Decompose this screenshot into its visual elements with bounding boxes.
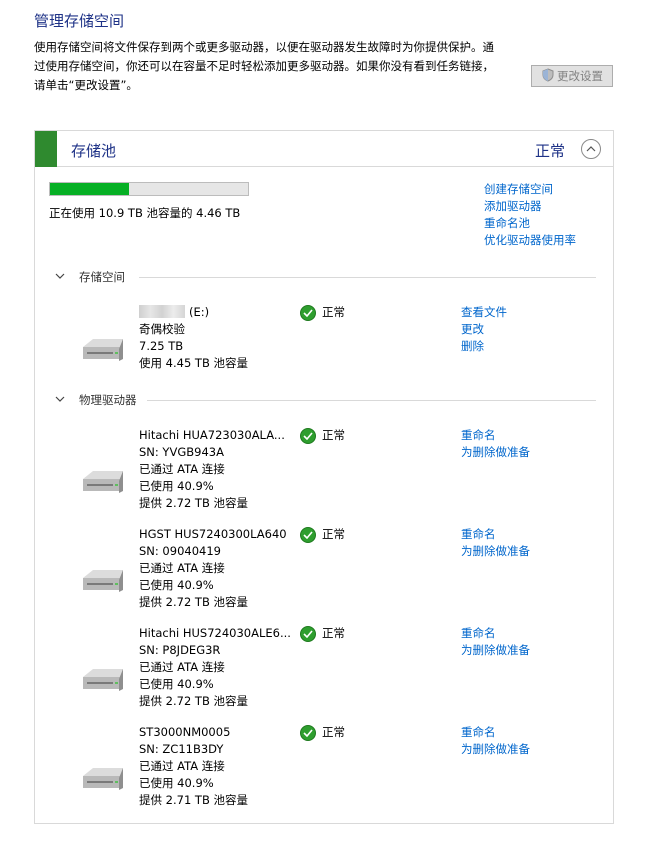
drive-links: 重命名 为删除做准备	[461, 427, 530, 461]
drive-connection: 已通过 ATA 连接	[139, 561, 225, 575]
drive-used: 已使用 40.9%	[139, 479, 214, 493]
drive-provides: 提供 2.72 TB 池容量	[139, 694, 248, 708]
check-icon	[300, 427, 316, 444]
drives-section-label: 物理驱动器	[79, 393, 137, 407]
drive-name: Hitachi HUA723030ALA...	[139, 428, 285, 442]
drive-used: 已使用 40.9%	[139, 776, 214, 790]
pool-status-bar	[35, 131, 57, 167]
change-settings-button[interactable]: 更改设置	[531, 65, 613, 87]
drive-info: HGST HUS7240300LA640 SN: 09040419 已通过 AT…	[139, 526, 287, 611]
page-title: 管理存储空间	[34, 12, 125, 30]
check-icon	[300, 625, 316, 642]
optimize-usage-link[interactable]: 优化驱动器使用率	[484, 232, 576, 249]
section-divider	[139, 277, 596, 278]
section-divider	[147, 400, 596, 401]
description-line: 请单击“更改设置”。	[34, 78, 138, 92]
drive-connection: 已通过 ATA 连接	[139, 759, 225, 773]
pool-usage-text: 正在使用 10.9 TB 池容量的 4.46 TB	[49, 206, 241, 220]
drive-status: 正常	[300, 625, 345, 642]
drives-section-header[interactable]: 物理驱动器	[55, 392, 596, 408]
description-line: 使用存储空间将文件保存到两个或更多驱动器，以便在驱动器发生故障时为你提供保护。通	[34, 40, 494, 54]
drive-name: ST3000NM0005	[139, 725, 231, 739]
drive-provides: 提供 2.71 TB 池容量	[139, 793, 248, 807]
pool-status: 正常	[535, 142, 566, 160]
delete-link[interactable]: 删除	[461, 338, 507, 355]
space-status-text: 正常	[322, 305, 345, 319]
shield-icon	[541, 67, 555, 85]
chevron-down-icon	[55, 396, 65, 402]
create-space-link[interactable]: 创建存储空间	[484, 181, 576, 198]
drive-info: Hitachi HUS724030ALE6... SN: P8JDEG3R 已通…	[139, 625, 291, 710]
space-info: (E:) 奇偶校验 7.25 TB 使用 4.45 TB 池容量	[139, 304, 248, 372]
change-settings-label: 更改设置	[557, 69, 603, 83]
page-description: 使用存储空间将文件保存到两个或更多驱动器，以便在驱动器发生故障时为你提供保护。通…	[34, 38, 524, 95]
rename-drive-link[interactable]: 重命名	[461, 724, 530, 741]
pool-task-links: 创建存储空间 添加驱动器 重命名池 优化驱动器使用率	[484, 181, 576, 249]
check-icon	[300, 724, 316, 741]
prepare-removal-link[interactable]: 为删除做准备	[461, 741, 530, 758]
rename-drive-link[interactable]: 重命名	[461, 526, 530, 543]
space-used: 使用 4.45 TB 池容量	[139, 356, 248, 370]
description-line: 过使用存储空间，你还可以在容量不足时轻松添加更多驱动器。如果你没有看到任务链接，	[34, 59, 494, 73]
prepare-removal-link[interactable]: 为删除做准备	[461, 543, 530, 560]
pool-title: 存储池	[71, 142, 117, 160]
drive-status: 正常	[300, 427, 345, 444]
drive-links: 重命名 为删除做准备	[461, 625, 530, 659]
chevron-down-icon	[55, 273, 65, 279]
hard-drive-icon	[83, 669, 123, 691]
check-icon	[300, 526, 316, 543]
drive-serial: SN: 09040419	[139, 544, 221, 558]
drive-status: 正常	[300, 526, 345, 543]
rename-pool-link[interactable]: 重命名池	[484, 215, 576, 232]
drive-used: 已使用 40.9%	[139, 677, 214, 691]
drive-serial: SN: YVGB943A	[139, 445, 224, 459]
storage-pool-panel: 存储池 正常 正在使用 10.9 TB 池容量的 4.46 TB 创建存储空间 …	[34, 130, 614, 824]
view-files-link[interactable]: 查看文件	[461, 304, 507, 321]
rename-drive-link[interactable]: 重命名	[461, 427, 530, 444]
drive-info: ST3000NM0005 SN: ZC11B3DY 已通过 ATA 连接 已使用…	[139, 724, 248, 809]
add-drives-link[interactable]: 添加驱动器	[484, 198, 576, 215]
hard-drive-icon	[83, 768, 123, 790]
drive-status-text: 正常	[322, 527, 345, 541]
drive-links: 重命名 为删除做准备	[461, 724, 530, 758]
drive-name: Hitachi HUS724030ALE6...	[139, 626, 291, 640]
collapse-button[interactable]	[581, 139, 601, 159]
rename-drive-link[interactable]: 重命名	[461, 625, 530, 642]
drive-connection: 已通过 ATA 连接	[139, 660, 225, 674]
drive-info: Hitachi HUA723030ALA... SN: YVGB943A 已通过…	[139, 427, 285, 512]
drive-provides: 提供 2.72 TB 池容量	[139, 496, 248, 510]
prepare-removal-link[interactable]: 为删除做准备	[461, 444, 530, 461]
drive-name: HGST HUS7240300LA640	[139, 527, 287, 541]
change-link[interactable]: 更改	[461, 321, 507, 338]
redacted-name	[139, 305, 185, 318]
space-links: 查看文件 更改 删除	[461, 304, 507, 355]
hard-drive-icon	[83, 570, 123, 592]
chevron-up-icon	[586, 146, 596, 152]
drive-links: 重命名 为删除做准备	[461, 526, 530, 560]
pool-usage-fill	[50, 183, 130, 195]
drive-status-text: 正常	[322, 626, 345, 640]
drive-connection: 已通过 ATA 连接	[139, 462, 225, 476]
space-status: 正常	[300, 304, 345, 321]
drive-status-text: 正常	[322, 725, 345, 739]
spaces-section-label: 存储空间	[79, 270, 125, 284]
space-resiliency: 奇偶校验	[139, 322, 185, 336]
pool-usage-bar	[49, 182, 249, 196]
drive-status: 正常	[300, 724, 345, 741]
check-icon	[300, 304, 316, 321]
drive-status-text: 正常	[322, 428, 345, 442]
hard-drive-icon	[83, 471, 123, 493]
space-drive-letter: (E:)	[189, 305, 210, 319]
drive-serial: SN: P8JDEG3R	[139, 643, 221, 657]
prepare-removal-link[interactable]: 为删除做准备	[461, 642, 530, 659]
drive-used: 已使用 40.9%	[139, 578, 214, 592]
space-size: 7.25 TB	[139, 339, 184, 353]
spaces-section-header[interactable]: 存储空间	[55, 269, 596, 285]
drive-provides: 提供 2.72 TB 池容量	[139, 595, 248, 609]
pool-header[interactable]: 存储池 正常	[35, 131, 613, 167]
hard-drive-icon	[83, 339, 123, 361]
drive-serial: SN: ZC11B3DY	[139, 742, 224, 756]
